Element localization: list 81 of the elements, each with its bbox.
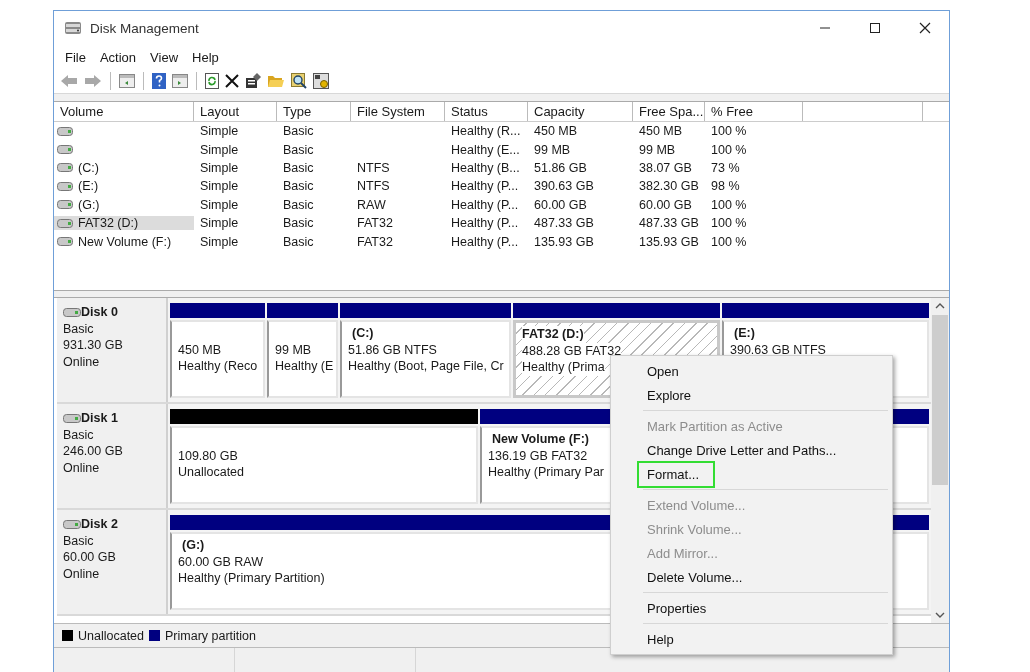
partition-detail: Healthy (Boot, Page File, Cr [348,358,504,375]
partition-detail: Healthy (Primary Partition) [178,570,325,587]
partition-detail: Healthy (Reco [178,358,258,375]
table-cell: 100 % [711,234,747,249]
disk-size: 931.30 GB [63,337,124,354]
table-cell: Simple [200,142,239,157]
partition-detail: 390.63 GB NTFS [730,341,826,358]
table-cell: FAT32 [357,234,393,249]
table-cell: Basic [283,142,314,157]
table-cell: 100 % [711,142,747,157]
window-title: Disk Management [90,20,199,36]
partition-title: (G:) [181,537,205,554]
disk-size: 246.00 GB [63,443,124,460]
partition-title: New Volume (F:) [491,431,589,448]
partition-detail: Unallocated [178,464,244,481]
table-cell: Simple [200,216,239,231]
table-cell: Healthy (P... [451,197,519,212]
partition-detail: 51.86 GB NTFS [348,341,437,358]
table-cell: FAT32 [357,216,393,231]
table-cell: 51.86 GB [534,160,587,175]
table-cell: 100 % [711,124,747,139]
table-cell: 450 MB [639,124,683,139]
table-cell: 390.63 GB [534,179,594,194]
table-cell: Simple [200,234,239,249]
table-cell: 100 % [711,197,747,212]
disk-status: Online [63,459,101,476]
table-cell: NTFS [357,160,390,175]
table-cell: 60.00 GB [534,197,587,212]
table-cell: Basic [283,216,314,231]
table-cell: Simple [200,160,239,175]
legend-label: Unallocated [78,628,144,643]
disk-name: Disk 1 [81,410,118,427]
partition-detail: Healthy (Primary Par [488,464,604,481]
partition-detail: 136.19 GB FAT32 [488,447,588,464]
disk-status: Online [63,353,101,370]
partition-title: (C:) [351,325,374,342]
table-cell: Healthy (E... [451,142,520,157]
table-cell: RAW [357,197,386,212]
disk-name: Disk 0 [81,304,118,321]
table-cell: Basic [283,160,314,175]
partition-title: (E:) [733,325,755,342]
table-cell: Healthy (P... [451,179,519,194]
table-cell: NTFS [357,179,390,194]
table-cell: Healthy (R... [451,124,521,139]
table-cell: 100 % [711,216,747,231]
disk-type: Basic [63,426,95,443]
table-cell: Basic [283,124,314,139]
table-cell: 450 MB [534,124,578,139]
partition-detail: 450 MB [178,341,222,358]
table-cell: 60.00 GB [639,197,692,212]
table-cell: Basic [283,197,314,212]
table-cell: 487.33 GB [534,216,594,231]
partition-detail: Healthy (Prima [522,359,605,376]
table-cell: 38.07 GB [639,160,692,175]
disk-name: Disk 2 [81,516,118,533]
partition-title: FAT32 (D:) [522,326,584,343]
table-cell: Basic [283,234,314,249]
table-cell: Simple [200,124,239,139]
table-cell: 99 MB [534,142,571,157]
table-cell: Simple [200,197,239,212]
table-cell: 382.30 GB [639,179,699,194]
table-cell: 487.33 GB [639,216,699,231]
table-cell: 73 % [711,160,740,175]
table-cell: 99 MB [639,142,676,157]
table-cell: Healthy (B... [451,160,520,175]
disk-type: Basic [63,532,95,549]
table-cell: 135.93 GB [639,234,699,249]
disk-status: Online [63,565,101,582]
table-cell: 98 % [711,179,740,194]
table-cell: Healthy (P... [451,216,519,231]
partition-detail: 60.00 GB RAW [178,553,263,570]
disk-size: 60.00 GB [63,549,117,566]
partition-detail: 99 MB [275,341,312,358]
table-cell: 135.93 GB [534,234,594,249]
legend-label: Primary partition [165,628,256,643]
table-cell: Healthy (P... [451,234,519,249]
partition-detail: 109.80 GB [178,447,238,464]
disk-type: Basic [63,320,95,337]
partition-detail: Healthy (E [275,358,334,375]
table-cell: Simple [200,179,239,194]
table-cell: Basic [283,179,314,194]
